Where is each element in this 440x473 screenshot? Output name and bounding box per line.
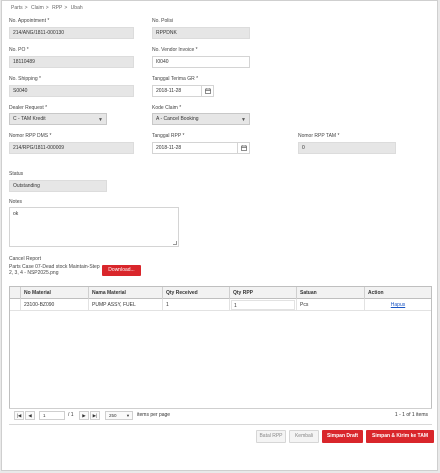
no-vendor-invoice-label: No. Vendor Invoice * — [152, 47, 198, 53]
notes-label: Notes — [9, 199, 23, 205]
no-appointment-field: 214/ANG/1811-000130 — [9, 27, 134, 39]
no-vendor-invoice-field[interactable]: I0040 — [152, 56, 250, 68]
download-button[interactable]: Download... — [102, 265, 141, 276]
status-label: Status — [9, 171, 24, 177]
cancel-report-filename: Parts Case 07-Dead stock Maintain-Step 2… — [9, 264, 100, 276]
chevron-down-icon: ▼ — [241, 117, 246, 123]
cell-action: Hapus — [364, 299, 431, 311]
no-shipping-field: S0040 — [9, 85, 134, 97]
tanggal-rpp-label: Tanggal RPP * — [152, 133, 185, 139]
tanggal-rpp-value: 2018-11-28 — [156, 145, 182, 151]
batal-rpp-button[interactable]: Batal RPP — [256, 430, 286, 443]
cell-no-material: 23100-BZ090 — [20, 299, 88, 311]
calendar-icon[interactable] — [201, 86, 213, 96]
prev-page-button[interactable]: ◀ — [25, 411, 35, 420]
nomor-rpp-tam-field: 0 — [298, 142, 396, 154]
qty-rpp-input[interactable]: 1 — [231, 300, 295, 310]
no-polisi-label: No. Polisi — [152, 18, 174, 24]
chevron-down-icon: ▼ — [98, 117, 103, 123]
items-per-page-label: items per page — [137, 412, 171, 418]
column-action[interactable]: Action — [364, 287, 431, 299]
breadcrumb-claim[interactable]: Claim — [31, 5, 44, 11]
hapus-link[interactable]: Hapus — [391, 302, 405, 308]
grid-header: No Material Nama Material Qty Received Q… — [10, 287, 431, 299]
no-shipping-label: No. Shipping * — [9, 76, 41, 82]
simpan-draft-button[interactable]: Simpan Draft — [322, 430, 363, 443]
next-page-button[interactable]: ▶ — [79, 411, 89, 420]
kode-claim-label: Kode Claim * — [152, 105, 182, 111]
kode-claim-value: A - Cancel Booking — [156, 116, 199, 122]
cancel-report-label: Cancel Report — [9, 256, 41, 262]
simpan-kirim-tam-button[interactable]: Simpan & Kirim ke TAM — [366, 430, 434, 443]
no-appointment-label: No. Appointment * — [9, 18, 50, 24]
column-no-material[interactable]: No Material — [20, 287, 88, 299]
breadcrumb-rpp[interactable]: RPP — [52, 5, 62, 11]
grid-header-blank — [10, 287, 20, 299]
kode-claim-select[interactable]: A - Cancel Booking ▼ — [152, 113, 250, 125]
divider — [9, 424, 432, 425]
notes-textarea[interactable]: ok — [9, 207, 179, 247]
resize-grip-icon[interactable] — [173, 241, 177, 245]
dealer-request-value: C - TAM Kredit — [13, 116, 46, 122]
calendar-icon[interactable] — [237, 143, 249, 153]
kembali-button[interactable]: Kembali — [289, 430, 319, 443]
status-field: Outstanding — [9, 180, 107, 192]
material-grid: No Material Nama Material Qty Received Q… — [9, 286, 432, 422]
page-number-input[interactable]: 1 — [39, 411, 65, 420]
row-selector[interactable] — [10, 299, 20, 311]
column-qty-received[interactable]: Qty Received — [162, 287, 229, 299]
grid-pager: |◀ ◀ 1 / 1 ▶ ▶| 250 ▼ items per page 1 -… — [9, 408, 432, 422]
column-satuan[interactable]: Satuan — [296, 287, 364, 299]
table-row: 23100-BZ090 PUMP ASSY, FUEL 1 1 Pcs Hapu… — [10, 299, 431, 311]
breadcrumb-parts[interactable]: Parts — [11, 5, 23, 11]
dealer-request-label: Dealer Request * — [9, 105, 48, 111]
tanggal-terima-gr-label: Tanggal Terima GR * — [152, 76, 199, 82]
nomor-rpp-dms-label: Nomor RPP DMS * — [9, 133, 52, 139]
notes-value: ok — [13, 211, 19, 217]
column-qty-rpp[interactable]: Qty RPP — [229, 287, 296, 299]
page-size-select[interactable]: 250 ▼ — [105, 411, 133, 420]
no-polisi-field: RPPDNK — [152, 27, 250, 39]
last-page-button[interactable]: ▶| — [90, 411, 100, 420]
tanggal-rpp-field[interactable]: 2018-11-28 — [152, 142, 250, 154]
breadcrumb-ubah: Ubah — [70, 5, 83, 11]
breadcrumb: Parts > Claim > RPP > Ubah — [11, 5, 83, 11]
page-frame: Parts > Claim > RPP > Ubah No. Appointment … — [1, 0, 438, 471]
cell-qty-received: 1 — [162, 299, 229, 311]
nomor-rpp-dms-field: 214/RPG/1811-000009 — [9, 142, 134, 154]
tanggal-terima-gr-field[interactable]: 2018-11-28 — [152, 85, 214, 97]
cell-qty-rpp[interactable]: 1 — [229, 299, 296, 311]
nomor-rpp-tam-label: Nomor RPP TAM * — [298, 133, 340, 139]
no-po-field: 18110489 — [9, 56, 134, 68]
first-page-button[interactable]: |◀ — [14, 411, 24, 420]
column-nama-material[interactable]: Nama Material — [88, 287, 162, 299]
dealer-request-select[interactable]: C - TAM Kredit ▼ — [9, 113, 107, 125]
tanggal-terima-gr-value: 2018-11-28 — [156, 88, 182, 94]
page-size-value: 250 — [109, 413, 117, 418]
cell-nama-material: PUMP ASSY, FUEL — [88, 299, 162, 311]
cell-satuan: Pcs — [296, 299, 364, 311]
no-po-label: No. PO * — [9, 47, 29, 53]
chevron-down-icon: ▼ — [126, 413, 130, 418]
pager-summary: 1 - 1 of 1 items — [394, 412, 428, 418]
page-count: / 1 — [68, 412, 74, 418]
